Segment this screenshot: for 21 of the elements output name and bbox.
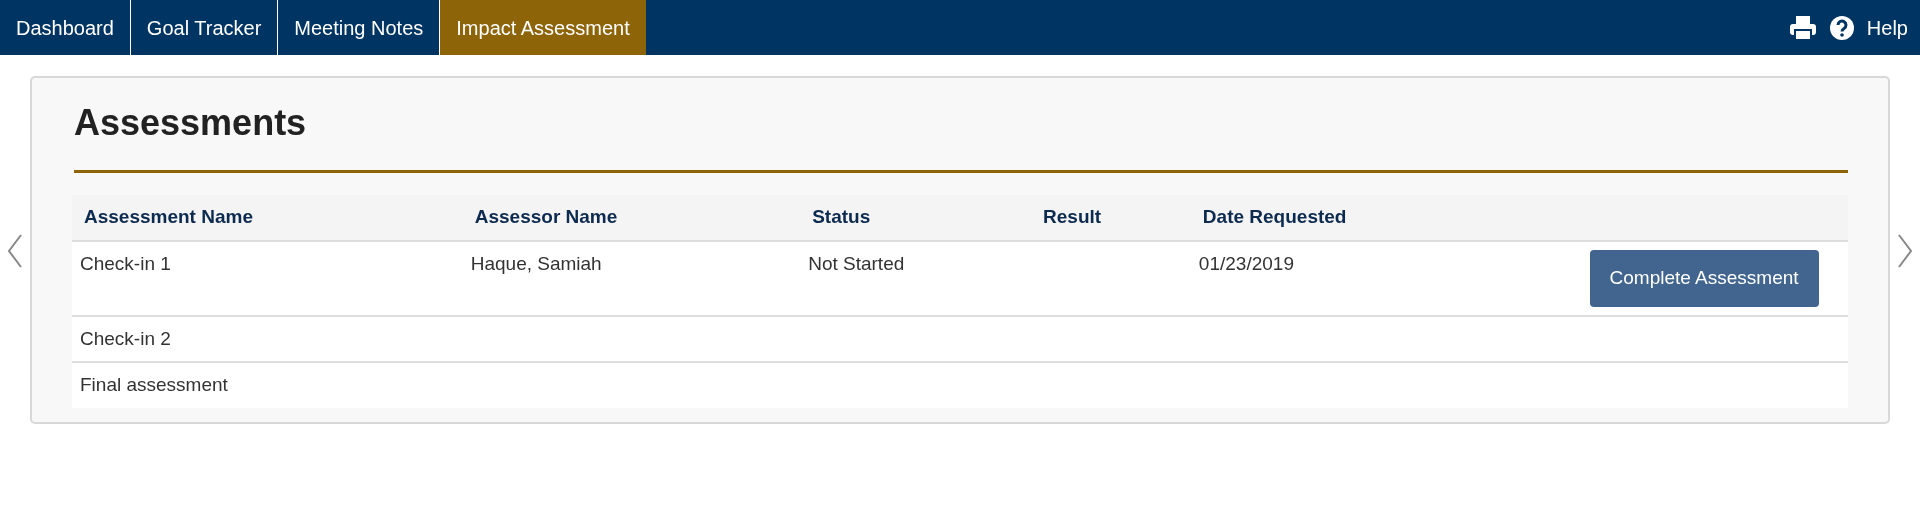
nav-tab[interactable]: Impact Assessment bbox=[440, 0, 646, 55]
table-cell: Haque, Samiah bbox=[470, 253, 602, 274]
table-cell: Not Started bbox=[808, 253, 905, 274]
column-header: Assessment Name bbox=[84, 206, 253, 228]
panel-title: Assessments bbox=[74, 96, 1848, 173]
complete-assessment-button[interactable]: Complete Assessment bbox=[1589, 250, 1819, 307]
chevron-left-icon[interactable] bbox=[7, 234, 23, 268]
table-cell: Check-in 1 bbox=[80, 253, 171, 274]
print-icon[interactable] bbox=[1788, 14, 1817, 41]
nav-tab[interactable]: Dashboard bbox=[0, 0, 131, 55]
table-cell: Final assessment bbox=[80, 374, 228, 395]
table-cell: 01/23/2019 bbox=[1198, 253, 1294, 274]
table-cell: Check-in 2 bbox=[80, 327, 171, 349]
column-header: Date Requested bbox=[1202, 206, 1347, 228]
column-header: Result bbox=[1043, 206, 1102, 228]
nav-tab[interactable]: Goal Tracker bbox=[130, 0, 279, 55]
help-link[interactable]: Help bbox=[1866, 12, 1908, 43]
chevron-right-icon[interactable] bbox=[1897, 234, 1913, 268]
column-header: Status bbox=[812, 206, 871, 228]
help-icon[interactable] bbox=[1828, 14, 1855, 41]
column-header: Assessor Name bbox=[474, 206, 618, 228]
